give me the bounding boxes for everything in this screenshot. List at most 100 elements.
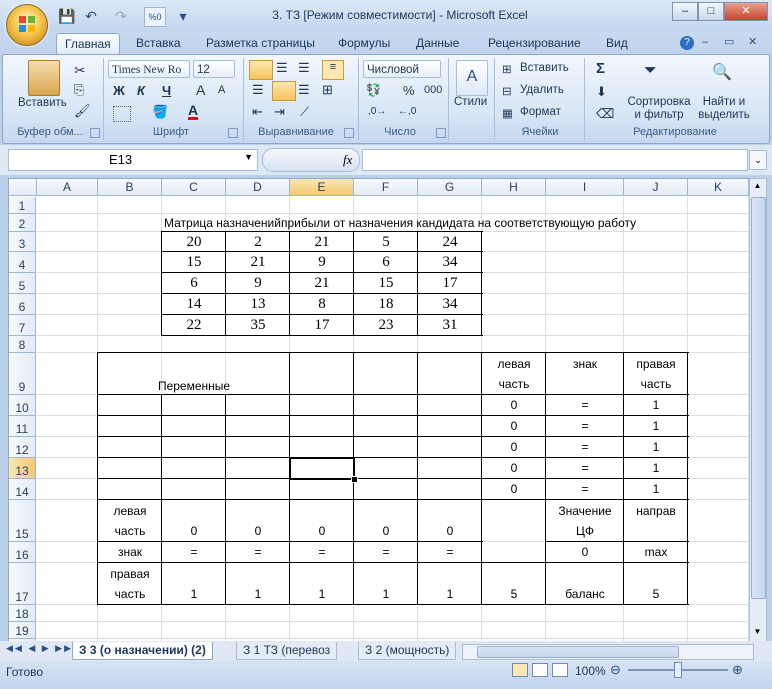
maximize-button[interactable]: □ (698, 2, 724, 21)
formula-input[interactable] (362, 149, 748, 171)
wrap-text-icon[interactable]: ≡ (322, 60, 344, 80)
row-header-7[interactable]: 7 (9, 315, 36, 336)
fill-icon[interactable]: ⬇ (596, 84, 607, 100)
page-layout-view-icon[interactable] (532, 663, 548, 677)
delete-cells-icon[interactable]: ⊟ (502, 84, 512, 98)
formula-bar-handle[interactable]: fx (262, 148, 360, 172)
align-left-icon[interactable]: ☰ (252, 82, 264, 98)
zoom-slider-thumb[interactable] (674, 662, 682, 678)
fill-color-icon[interactable]: 🪣 (152, 104, 168, 120)
tab-insert[interactable]: Вставка (128, 33, 189, 54)
name-box-dropdown-icon[interactable]: ▼ (244, 152, 253, 162)
underline-button[interactable]: Ч (162, 83, 171, 98)
font-color-button[interactable]: A (188, 103, 199, 120)
fill-handle[interactable] (351, 476, 358, 483)
delete-cells-button[interactable]: Удалить (520, 84, 564, 96)
sheet-tab[interactable]: З 2 (мощность) (358, 642, 457, 660)
ribbon-minimize-icon[interactable]: – (702, 36, 708, 48)
row-header-17[interactable]: 17 (9, 563, 36, 605)
column-header-C[interactable]: C (162, 179, 226, 196)
minimize-button[interactable]: – (672, 2, 698, 21)
name-box[interactable]: E13 ▼ (8, 149, 258, 171)
decrease-decimal-icon[interactable]: ←,0 (398, 106, 416, 117)
tab-view[interactable]: Вид (598, 33, 636, 54)
horizontal-scroll-thumb[interactable] (477, 646, 679, 658)
format-cells-button[interactable]: Формат (520, 106, 561, 118)
sheet-nav-icons[interactable]: ◀◀ ◀ ▶ ▶▶ (6, 643, 73, 654)
font-launcher-icon[interactable] (228, 128, 238, 138)
align-middle-icon[interactable]: ☰ (276, 60, 288, 76)
row-header-2[interactable]: 2 (9, 214, 36, 232)
clear-icon[interactable]: ⌫ (596, 106, 614, 122)
horizontal-scrollbar[interactable] (462, 644, 754, 660)
align-center-icon[interactable] (272, 81, 296, 101)
thousands-button[interactable]: 000 (424, 84, 442, 96)
row-header-14[interactable]: 14 (9, 479, 36, 500)
vertical-scrollbar[interactable]: ▲ ▼ (749, 178, 767, 642)
paste-icon[interactable] (28, 60, 60, 96)
row-header-11[interactable]: 11 (9, 416, 36, 437)
column-header-D[interactable]: D (226, 179, 290, 196)
zoom-out-icon[interactable]: ⊖ (610, 662, 621, 678)
sheet-tab[interactable]: З 1 ТЗ (перевоз (236, 642, 338, 660)
percent-button[interactable]: % (403, 83, 415, 98)
scroll-up-icon[interactable]: ▲ (751, 181, 764, 193)
column-header-A[interactable]: A (37, 179, 98, 196)
increase-decimal-icon[interactable]: ,0→ (368, 106, 386, 117)
workbook-close-icon[interactable]: ✕ (748, 35, 757, 48)
row-header-3[interactable]: 3 (9, 232, 36, 252)
sort-filter-icon[interactable]: ⏷ (644, 62, 657, 80)
column-header-E[interactable]: E (290, 179, 354, 196)
cut-icon[interactable]: ✂ (74, 62, 86, 79)
insert-cells-button[interactable]: Вставить (520, 62, 569, 74)
row-header-8[interactable]: 8 (9, 336, 36, 353)
ribbon-restore-icon[interactable]: ▭ (724, 35, 734, 48)
zoom-in-icon[interactable]: ⊕ (732, 662, 743, 678)
zoom-level[interactable]: 100% (575, 664, 606, 678)
styles-button[interactable]: Стили (454, 96, 487, 108)
help-icon[interactable]: ? (680, 36, 694, 50)
row-header-4[interactable]: 4 (9, 252, 36, 273)
column-header-B[interactable]: B (98, 179, 162, 196)
row-header-6[interactable]: 6 (9, 294, 36, 315)
increase-indent-icon[interactable]: ⇥ (274, 104, 285, 120)
align-bottom-icon[interactable]: ☰ (298, 60, 310, 76)
close-button[interactable]: ✕ (724, 2, 768, 21)
column-header-H[interactable]: H (482, 179, 546, 196)
number-format-select[interactable]: Числовой (363, 60, 441, 78)
row-header-1[interactable]: 1 (9, 197, 36, 214)
shrink-font-button[interactable]: A (218, 84, 225, 96)
column-header-K[interactable]: K (688, 179, 749, 196)
column-header-I[interactable]: I (546, 179, 624, 196)
undo-icon[interactable]: ↶ (82, 7, 100, 25)
autosum-button[interactable]: Σ (596, 60, 605, 77)
worksheet-grid[interactable]: ABCDEFGHIJK 1 2 3 4 5 6 7 8 9 10 11 12 13 14 15 16 17 18 1… (8, 178, 750, 642)
row-header-5[interactable]: 5 (9, 273, 36, 294)
row-header-15[interactable]: 15 (9, 500, 36, 542)
scroll-down-icon[interactable]: ▼ (751, 627, 764, 639)
align-top-icon[interactable] (249, 60, 273, 80)
sort-filter-button[interactable]: Сортировка и фильтр (624, 96, 694, 122)
tab-home[interactable]: Главная (56, 33, 120, 55)
normal-view-icon[interactable] (512, 663, 528, 677)
number-format-icon[interactable]: %0 (144, 7, 166, 27)
page-break-view-icon[interactable] (552, 663, 568, 677)
office-button[interactable] (6, 4, 48, 46)
font-size-select[interactable]: 12 (193, 60, 235, 78)
column-header-G[interactable]: G (418, 179, 482, 196)
row-header-10[interactable]: 10 (9, 395, 36, 416)
find-select-button[interactable]: Найти и выделить (694, 96, 754, 122)
currency-icon[interactable]: 💱 (366, 83, 381, 97)
row-header-19[interactable]: 19 (9, 622, 36, 639)
active-cell-E13[interactable] (289, 457, 355, 480)
styles-icon[interactable]: A (456, 60, 488, 96)
tab-formulas[interactable]: Формулы (330, 33, 398, 54)
font-name-select[interactable]: Times New Ro (108, 60, 190, 78)
alignment-launcher-icon[interactable] (344, 128, 354, 138)
tab-review[interactable]: Рецензирование (480, 33, 589, 54)
row-header-12[interactable]: 12 (9, 437, 36, 458)
column-header-J[interactable]: J (624, 179, 688, 196)
clipboard-launcher-icon[interactable] (90, 128, 100, 138)
insert-cells-icon[interactable]: ⊞ (502, 62, 512, 76)
expand-formula-icon[interactable]: ⌄ (749, 150, 767, 170)
